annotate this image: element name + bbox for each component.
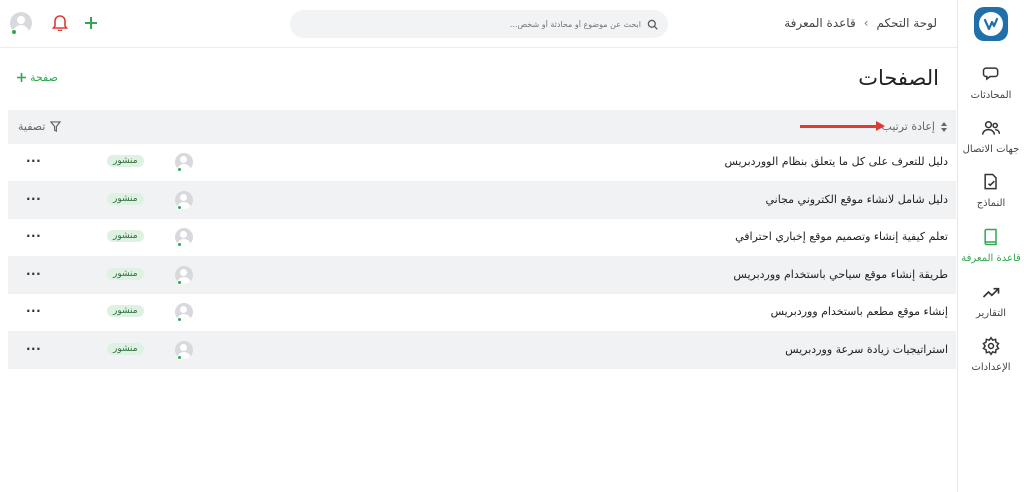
table-row[interactable]: دليل شامل لانشاء موقع الكتروني مجاني منش… xyxy=(8,181,956,219)
page-title: الصفحات xyxy=(858,66,939,90)
form-icon xyxy=(984,173,997,190)
sidebar-item-label: الإعدادات xyxy=(971,362,1011,373)
more-options-icon[interactable]: ··· xyxy=(26,304,41,318)
sidebar-item-conversations[interactable]: المحادثات xyxy=(958,64,1024,101)
status-badge: منشور xyxy=(107,342,144,355)
status-badge: منشور xyxy=(107,305,144,317)
page-title-cell[interactable]: دليل شامل لانشاء موقع الكتروني مجاني xyxy=(765,193,948,206)
table-row[interactable]: دليل للتعرف على كل ما يتعلق بنظام الوورد… xyxy=(8,144,956,182)
table-row[interactable]: طريقة إنشاء موقع سياحي باستخدام ووردبريس… xyxy=(8,256,956,294)
chart-icon xyxy=(982,287,1000,298)
page-title-cell[interactable]: تعلم كيفية إنشاء وتصميم موقع إخباري احتر… xyxy=(735,230,948,243)
sidebar-item-settings[interactable]: الإعدادات xyxy=(958,336,1024,373)
sidebar-item-label: المحادثات xyxy=(970,90,1012,101)
reorder-button[interactable]: إعادة ترتيب xyxy=(882,120,948,133)
sidebar-item-knowledge-base[interactable]: قاعدة المعرفة xyxy=(958,227,1024,264)
annotation-arrow xyxy=(800,121,885,131)
filter-label: تصفية xyxy=(18,120,46,133)
table-row[interactable]: إنشاء موقع مطعم باستخدام ووردبريس منشور … xyxy=(8,294,956,332)
author-status-dot xyxy=(177,167,182,172)
logo-mark-icon xyxy=(979,12,1003,36)
plus-icon xyxy=(17,73,26,82)
book-icon xyxy=(984,228,997,246)
author-status-dot xyxy=(177,354,182,360)
add-page-button[interactable]: صفحة xyxy=(17,71,58,84)
author-status-dot xyxy=(177,242,182,247)
add-page-label: صفحة xyxy=(30,71,58,84)
page-title-cell[interactable]: طريقة إنشاء موقع سياحي باستخدام ووردبريس xyxy=(733,268,948,281)
gear-icon xyxy=(982,336,1000,356)
page-title-cell[interactable]: دليل للتعرف على كل ما يتعلق بنظام الوورد… xyxy=(724,155,948,168)
filter-icon xyxy=(50,121,62,132)
reorder-label: إعادة ترتيب xyxy=(881,120,935,133)
breadcrumb: لوحة التحكم › قاعدة المعرفة xyxy=(784,16,937,30)
breadcrumb-dashboard[interactable]: لوحة التحكم xyxy=(877,16,938,30)
sidebar-item-label: قاعدة المعرفة xyxy=(961,253,1021,264)
search-input[interactable] xyxy=(341,19,641,29)
notification-bell-icon[interactable] xyxy=(52,14,68,31)
sidebar-item-contacts[interactable]: جهات الاتصال xyxy=(958,118,1024,155)
more-options-icon[interactable]: ··· xyxy=(26,267,41,281)
app-logo[interactable] xyxy=(974,7,1008,41)
filter-button[interactable]: تصفية xyxy=(18,120,62,133)
author-status-dot xyxy=(177,204,182,210)
sidebar-item-label: النماذج xyxy=(976,198,1006,209)
page-title-cell[interactable]: إنشاء موقع مطعم باستخدام ووردبريس xyxy=(771,305,948,318)
more-options-icon[interactable]: ··· xyxy=(26,342,41,356)
search-bar[interactable] xyxy=(290,10,668,38)
sort-icon xyxy=(941,121,947,132)
search-icon xyxy=(647,19,658,30)
more-options-icon[interactable]: ··· xyxy=(26,192,41,206)
more-options-icon[interactable]: ··· xyxy=(26,229,41,243)
table-header: إعادة ترتيب تصفية xyxy=(8,110,956,144)
chevron-left-icon: › xyxy=(863,16,869,30)
add-icon[interactable] xyxy=(84,16,98,30)
table-row[interactable]: تعلم كيفية إنشاء وتصميم موقع إخباري احتر… xyxy=(8,219,956,257)
top-bar: لوحة التحكم › قاعدة المعرفة xyxy=(0,0,957,48)
author-status-dot xyxy=(177,279,182,285)
page-title-cell[interactable]: استراتيجيات زيادة سرعة ووردبريس xyxy=(785,343,948,356)
online-status-dot xyxy=(11,29,17,35)
sidebar-item-reports[interactable]: التقارير xyxy=(958,282,1024,319)
status-badge: منشور xyxy=(107,267,144,280)
more-options-icon[interactable]: ··· xyxy=(26,154,41,168)
sidebar: المحادثات جهات الاتصال النماذج قاعدة الم… xyxy=(957,0,1024,492)
author-status-dot xyxy=(177,317,182,322)
contacts-icon xyxy=(981,121,1001,135)
sidebar-item-forms[interactable]: النماذج xyxy=(958,172,1024,209)
sidebar-item-label: جهات الاتصال xyxy=(962,144,1020,155)
status-badge: منشور xyxy=(107,230,144,242)
status-badge: منشور xyxy=(107,192,144,205)
status-badge: منشور xyxy=(107,155,144,167)
breadcrumb-knowledge-base[interactable]: قاعدة المعرفة xyxy=(784,16,855,30)
table-row[interactable]: استراتيجيات زيادة سرعة ووردبريس منشور ··… xyxy=(8,331,956,369)
pages-table: إعادة ترتيب تصفية دليل للتعرف على كل ما … xyxy=(8,110,956,369)
sidebar-item-label: التقارير xyxy=(975,308,1007,319)
chat-icon xyxy=(982,67,999,81)
